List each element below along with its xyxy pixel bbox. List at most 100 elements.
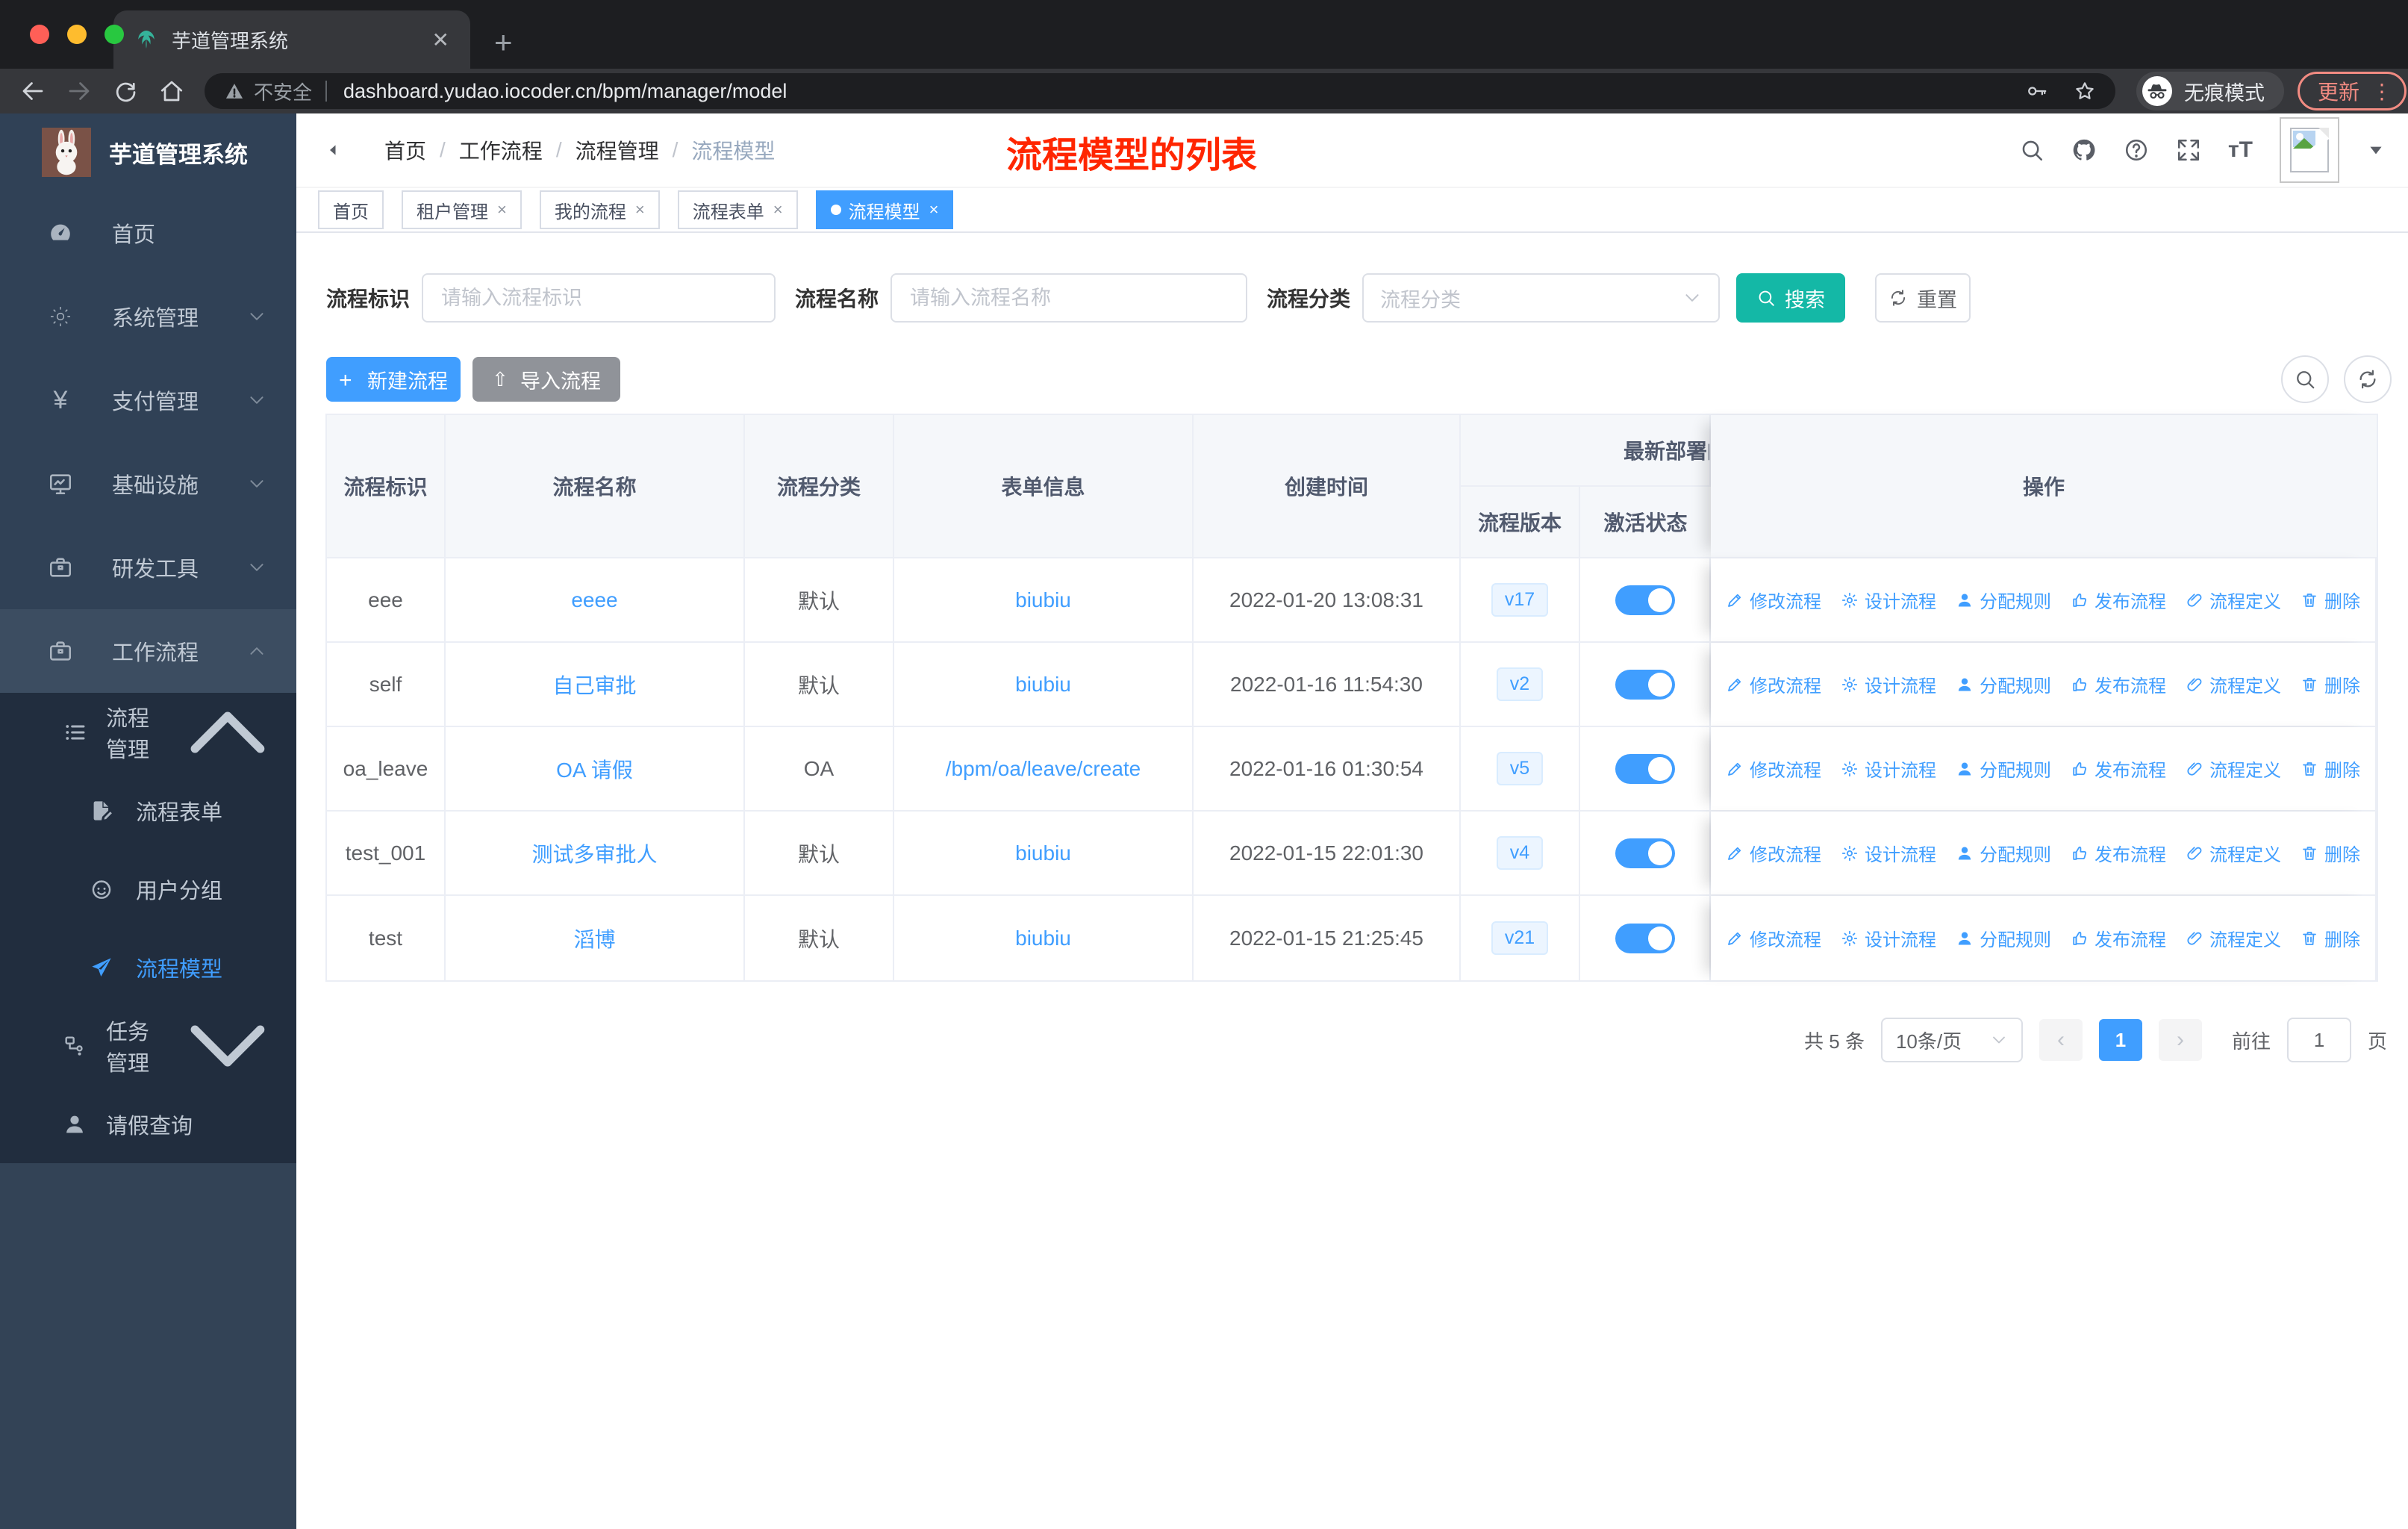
fullscreen-icon[interactable] bbox=[2176, 137, 2201, 163]
collapse-sidebar-icon[interactable] bbox=[326, 135, 356, 165]
zoom-window-button[interactable] bbox=[105, 25, 124, 44]
model-name-link[interactable]: 测试多审批人 bbox=[531, 838, 657, 868]
process-key-input[interactable] bbox=[422, 273, 776, 323]
create-process-button[interactable]: + 新建流程 bbox=[326, 357, 461, 402]
process-definition-button[interactable]: 流程定义 bbox=[2186, 756, 2281, 782]
bookmark-star-icon[interactable] bbox=[2074, 80, 2096, 102]
edit-process-button[interactable]: 修改流程 bbox=[1726, 840, 1821, 866]
github-icon[interactable] bbox=[2071, 137, 2097, 163]
close-tab-icon[interactable]: ✕ bbox=[432, 28, 449, 52]
sidebar-item-devtools[interactable]: 研发工具 bbox=[0, 526, 296, 609]
model-name-link[interactable]: 自己审批 bbox=[552, 670, 636, 700]
breadcrumb-home[interactable]: 首页 bbox=[384, 135, 426, 165]
page-size-select[interactable]: 10条/页 bbox=[1880, 1018, 2023, 1062]
reload-icon[interactable] bbox=[112, 78, 139, 105]
edit-process-button[interactable]: 修改流程 bbox=[1726, 756, 1821, 782]
search-icon[interactable] bbox=[2019, 137, 2044, 163]
design-process-button[interactable]: 设计流程 bbox=[1841, 671, 1936, 697]
password-key-icon[interactable] bbox=[2026, 80, 2048, 102]
active-toggle[interactable] bbox=[1615, 669, 1675, 700]
active-toggle[interactable] bbox=[1615, 838, 1675, 868]
next-page-button[interactable]: › bbox=[2158, 1019, 2202, 1061]
form-info-link[interactable]: biubiu bbox=[1015, 673, 1071, 697]
delete-button[interactable]: 删除 bbox=[2301, 587, 2360, 613]
sidebar-item-home[interactable]: 首页 bbox=[0, 191, 296, 275]
sidebar-item-process-form[interactable]: 流程表单 bbox=[0, 771, 296, 850]
process-definition-button[interactable]: 流程定义 bbox=[2186, 671, 2281, 697]
form-info-link[interactable]: biubiu bbox=[1015, 588, 1071, 612]
sidebar-item-process-mgmt[interactable]: 流程管理 bbox=[0, 693, 296, 771]
process-category-select[interactable]: 流程分类 bbox=[1362, 273, 1721, 323]
publish-process-button[interactable]: 发布流程 bbox=[2071, 840, 2166, 866]
sidebar-item-leave-query[interactable]: 请假查询 bbox=[0, 1085, 296, 1163]
design-process-button[interactable]: 设计流程 bbox=[1841, 925, 1936, 951]
design-process-button[interactable]: 设计流程 bbox=[1841, 840, 1936, 866]
forward-icon[interactable] bbox=[66, 78, 93, 105]
delete-button[interactable]: 删除 bbox=[2301, 840, 2360, 866]
publish-process-button[interactable]: 发布流程 bbox=[2071, 587, 2166, 613]
tab-home[interactable]: 首页 bbox=[318, 190, 384, 229]
close-tab-icon[interactable]: × bbox=[497, 200, 507, 219]
sidebar-item-infra[interactable]: 基础设施 bbox=[0, 442, 296, 526]
active-toggle[interactable] bbox=[1615, 753, 1675, 784]
form-info-link[interactable]: biubiu bbox=[1015, 927, 1071, 950]
assign-rule-button[interactable]: 分配规则 bbox=[1956, 671, 2051, 697]
model-name-link[interactable]: OA 请假 bbox=[556, 754, 633, 784]
publish-process-button[interactable]: 发布流程 bbox=[2071, 756, 2166, 782]
publish-process-button[interactable]: 发布流程 bbox=[2071, 925, 2166, 951]
model-name-link[interactable]: 滔博 bbox=[573, 924, 615, 953]
delete-button[interactable]: 删除 bbox=[2301, 756, 2360, 782]
process-definition-button[interactable]: 流程定义 bbox=[2186, 587, 2281, 613]
design-process-button[interactable]: 设计流程 bbox=[1841, 756, 1936, 782]
form-info-link[interactable]: /bpm/oa/leave/create bbox=[946, 757, 1141, 781]
process-definition-button[interactable]: 流程定义 bbox=[2186, 925, 2281, 951]
edit-process-button[interactable]: 修改流程 bbox=[1726, 925, 1821, 951]
assign-rule-button[interactable]: 分配规则 bbox=[1956, 587, 2051, 613]
active-toggle[interactable] bbox=[1615, 923, 1675, 953]
process-name-input[interactable] bbox=[890, 273, 1248, 323]
tab-tenant-mgmt[interactable]: 租户管理 × bbox=[402, 190, 522, 229]
sidebar-item-system[interactable]: 系统管理 bbox=[0, 275, 296, 358]
form-info-link[interactable]: biubiu bbox=[1015, 841, 1071, 865]
tab-process-form[interactable]: 流程表单 × bbox=[677, 190, 798, 229]
import-process-button[interactable]: ⇧ 导入流程 bbox=[472, 357, 620, 402]
close-tab-icon[interactable]: × bbox=[773, 200, 783, 219]
new-tab-button[interactable]: + bbox=[494, 27, 513, 58]
model-name-link[interactable]: eeee bbox=[571, 588, 617, 612]
breadcrumb-process-mgmt[interactable]: 流程管理 bbox=[576, 135, 659, 165]
assign-rule-button[interactable]: 分配规则 bbox=[1956, 756, 2051, 782]
edit-process-button[interactable]: 修改流程 bbox=[1726, 587, 1821, 613]
sidebar-item-user-group[interactable]: 用户分组 bbox=[0, 850, 296, 928]
tab-my-process[interactable]: 我的流程 × bbox=[539, 190, 660, 229]
home-icon[interactable] bbox=[158, 78, 185, 105]
refresh-table-button[interactable] bbox=[2344, 355, 2392, 403]
help-icon[interactable] bbox=[2124, 137, 2149, 163]
browser-update-button[interactable]: 更新 ⋮ bbox=[2298, 72, 2407, 110]
url-text[interactable]: dashboard.yudao.iocoder.cn/bpm/manager/m… bbox=[343, 80, 2000, 103]
page-1-button[interactable]: 1 bbox=[2098, 1019, 2142, 1061]
back-icon[interactable] bbox=[19, 78, 46, 105]
font-size-icon[interactable]: ᴛT bbox=[2228, 137, 2253, 163]
assign-rule-button[interactable]: 分配规则 bbox=[1956, 925, 2051, 951]
close-window-button[interactable] bbox=[30, 25, 49, 44]
close-tab-icon[interactable]: × bbox=[635, 200, 645, 219]
reset-button[interactable]: 重置 bbox=[1875, 273, 1971, 323]
publish-process-button[interactable]: 发布流程 bbox=[2071, 671, 2166, 697]
goto-page-input[interactable] bbox=[2286, 1018, 2351, 1062]
address-bar[interactable]: 不安全 dashboard.yudao.iocoder.cn/bpm/manag… bbox=[205, 73, 2115, 109]
sidebar-item-task-mgmt[interactable]: 任务管理 bbox=[0, 1006, 296, 1085]
browser-menu-icon[interactable]: ⋮ bbox=[2371, 79, 2392, 104]
prev-page-button[interactable]: ‹ bbox=[2039, 1019, 2083, 1061]
delete-button[interactable]: 删除 bbox=[2301, 925, 2360, 951]
toggle-search-button[interactable] bbox=[2281, 355, 2329, 403]
active-toggle[interactable] bbox=[1615, 585, 1675, 615]
search-button[interactable]: 搜索 bbox=[1736, 273, 1846, 323]
minimize-window-button[interactable] bbox=[67, 25, 87, 44]
process-definition-button[interactable]: 流程定义 bbox=[2186, 840, 2281, 866]
delete-button[interactable]: 删除 bbox=[2301, 671, 2360, 697]
avatar-caret-icon[interactable] bbox=[2366, 140, 2386, 160]
tab-process-model[interactable]: 流程模型 × bbox=[815, 190, 954, 229]
design-process-button[interactable]: 设计流程 bbox=[1841, 587, 1936, 613]
browser-tab[interactable]: 芋道管理系统 ✕ bbox=[113, 10, 470, 69]
sidebar-item-payment[interactable]: ¥ 支付管理 bbox=[0, 358, 296, 442]
